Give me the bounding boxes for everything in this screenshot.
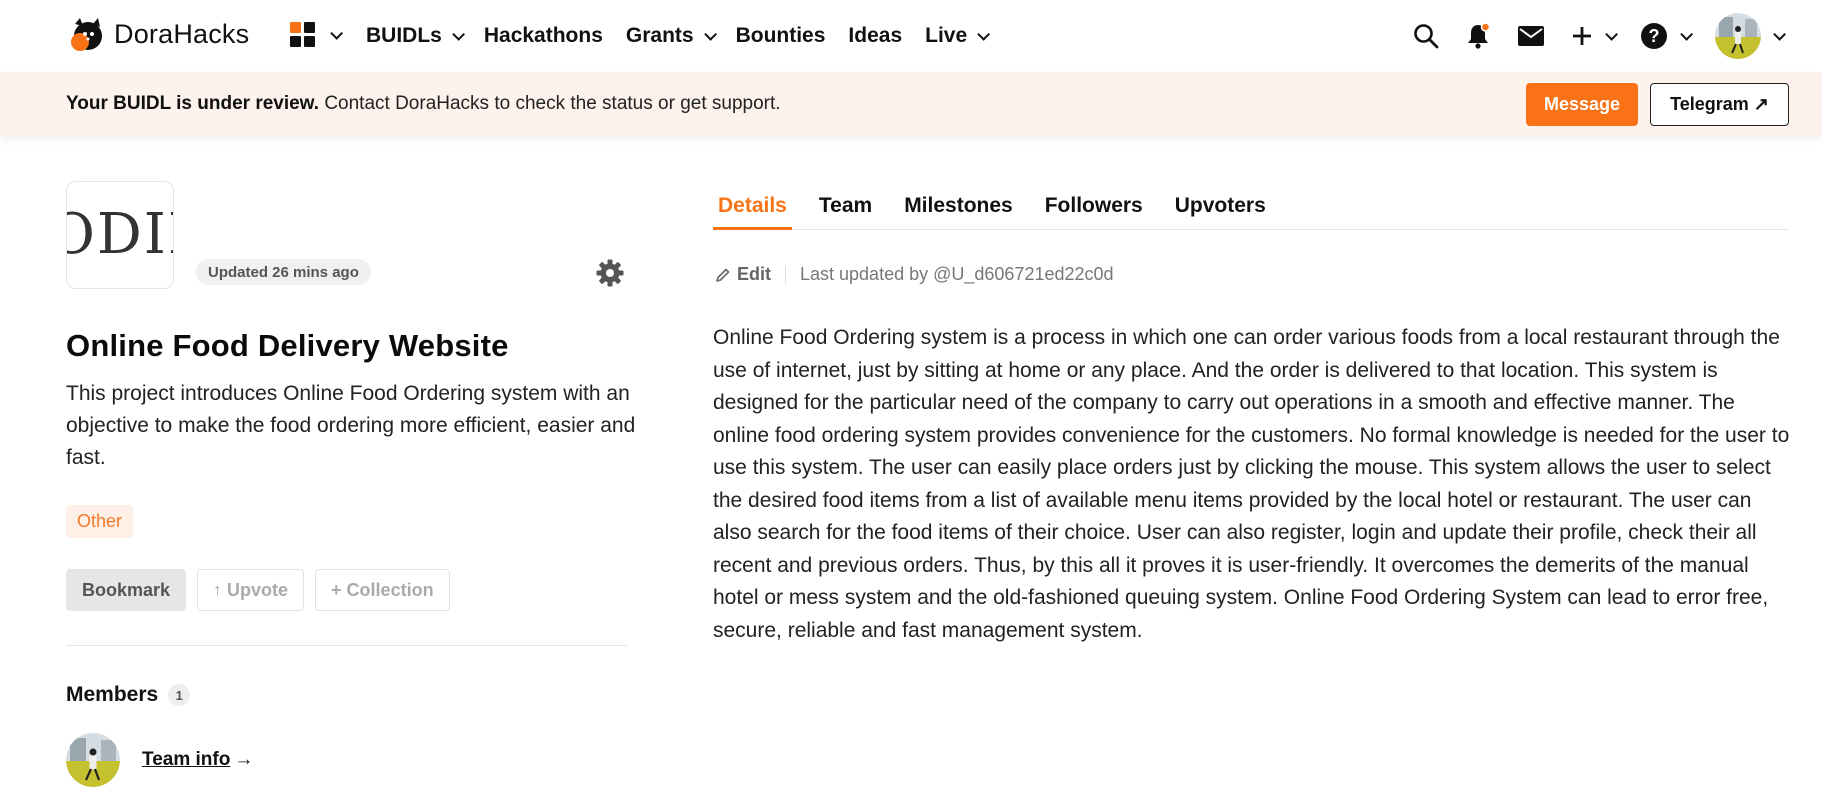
tab-team[interactable]: Team: [814, 186, 877, 230]
banner-bold-text: Your BUIDL is under review.: [66, 93, 320, 114]
message-button[interactable]: Message: [1526, 83, 1638, 126]
project-actions: Bookmark ↑ Upvote + Collection: [66, 569, 450, 611]
project-thumbnail: ODIE: [66, 181, 174, 289]
search-button[interactable]: [1413, 23, 1439, 49]
apps-grid-icon: [290, 22, 316, 48]
logo[interactable]: DoraHacks: [66, 14, 249, 54]
mail-icon: [1518, 26, 1544, 46]
bookmark-button[interactable]: Bookmark: [66, 569, 187, 611]
project-title: Online Food Delivery Website: [66, 328, 509, 363]
project-description: This project introduces Online Food Orde…: [66, 382, 636, 469]
banner-message: Your BUIDL is under review. Contact Dora…: [66, 93, 781, 115]
nav-item-label: Ideas: [848, 24, 903, 47]
nav-item-label: BUIDLs: [366, 24, 442, 47]
last-updated-text: Last updated by @U_d606721ed22c0d: [800, 264, 1114, 284]
gear-icon[interactable]: [595, 258, 625, 288]
detail-tabs: Details Team Milestones Followers Upvote…: [713, 186, 1789, 230]
tab-milestones[interactable]: Milestones: [899, 186, 1018, 230]
telegram-button[interactable]: Telegram ↗: [1650, 83, 1789, 126]
chevron-down-icon: [1680, 27, 1693, 41]
nav-item-grants[interactable]: Grants: [625, 24, 717, 48]
search-icon: [1414, 24, 1439, 49]
edit-button[interactable]: Edit: [715, 264, 771, 285]
edit-row: Edit Last updated by @U_d606721ed22c0d: [715, 264, 1114, 285]
member-item: Team info →: [66, 733, 253, 787]
create-menu-button[interactable]: [1571, 25, 1618, 47]
add-collection-button[interactable]: + Collection: [315, 569, 450, 611]
brand-name: DoraHacks: [114, 18, 250, 49]
help-icon: ?: [1641, 23, 1667, 49]
avatar[interactable]: [66, 733, 120, 787]
chevron-down-icon: [703, 27, 717, 41]
chevron-down-icon: [1773, 27, 1786, 41]
nav-item-live[interactable]: Live: [925, 24, 991, 48]
nav-item-label: Live: [925, 24, 968, 47]
updated-badge: Updated 26 mins ago: [196, 259, 371, 285]
apps-menu-button[interactable]: [290, 22, 343, 48]
nav-item-hackathons[interactable]: Hackathons: [484, 24, 603, 48]
chevron-down-icon: [330, 26, 343, 40]
pencil-icon: [716, 268, 730, 282]
banner-body-text: Contact DoraHacks to check the status or…: [319, 93, 781, 114]
chevron-down-icon: [977, 27, 991, 41]
messages-button[interactable]: [1517, 25, 1545, 47]
plus-icon: [1573, 27, 1591, 45]
team-info-label: Team info: [142, 749, 231, 770]
svg-text:?: ?: [1649, 26, 1660, 46]
user-menu-button[interactable]: [1715, 13, 1786, 59]
nav-item-label: Grants: [625, 24, 694, 47]
chevron-down-icon: [452, 27, 465, 41]
category-tag[interactable]: Other: [66, 505, 134, 538]
nav-item-label: Hackathons: [483, 24, 603, 47]
tab-followers[interactable]: Followers: [1040, 186, 1148, 230]
members-header: Members 1: [66, 683, 191, 707]
help-menu-button[interactable]: ?: [1640, 22, 1693, 50]
main-menu: BUIDLs Hackathons Grants Bounties Ideas …: [366, 0, 991, 72]
notifications-button[interactable]: [1465, 22, 1491, 50]
nav-item-bounties[interactable]: Bounties: [736, 24, 826, 48]
review-banner: Your BUIDL is under review. Contact Dora…: [0, 72, 1822, 136]
bell-icon: [1468, 22, 1491, 49]
nav-item-ideas[interactable]: Ideas: [848, 24, 902, 48]
dorahacks-logo-icon: [71, 18, 102, 51]
tab-details[interactable]: Details: [713, 186, 792, 230]
tab-upvoters[interactable]: Upvoters: [1170, 186, 1271, 230]
separator: [785, 265, 786, 284]
nav-item-buidls[interactable]: BUIDLs: [366, 24, 465, 48]
top-navigation: DoraHacks BUIDLs Hackathons Grants Bount…: [0, 0, 1822, 72]
nav-item-label: Bounties: [735, 24, 826, 47]
upvote-button[interactable]: ↑ Upvote: [197, 569, 305, 611]
divider: [66, 645, 627, 646]
members-label: Members: [66, 683, 159, 706]
nav-actions: ?: [1413, 0, 1786, 72]
avatar: [1715, 13, 1761, 59]
thumbnail-text: ODIE: [67, 202, 173, 267]
team-info-link[interactable]: Team info →: [142, 749, 253, 771]
project-details-text: Online Food Ordering system is a process…: [713, 326, 1790, 642]
edit-label: Edit: [737, 264, 771, 284]
chevron-down-icon: [1605, 27, 1618, 41]
members-count-badge: 1: [168, 684, 191, 706]
arrow-right-icon: →: [234, 749, 254, 770]
